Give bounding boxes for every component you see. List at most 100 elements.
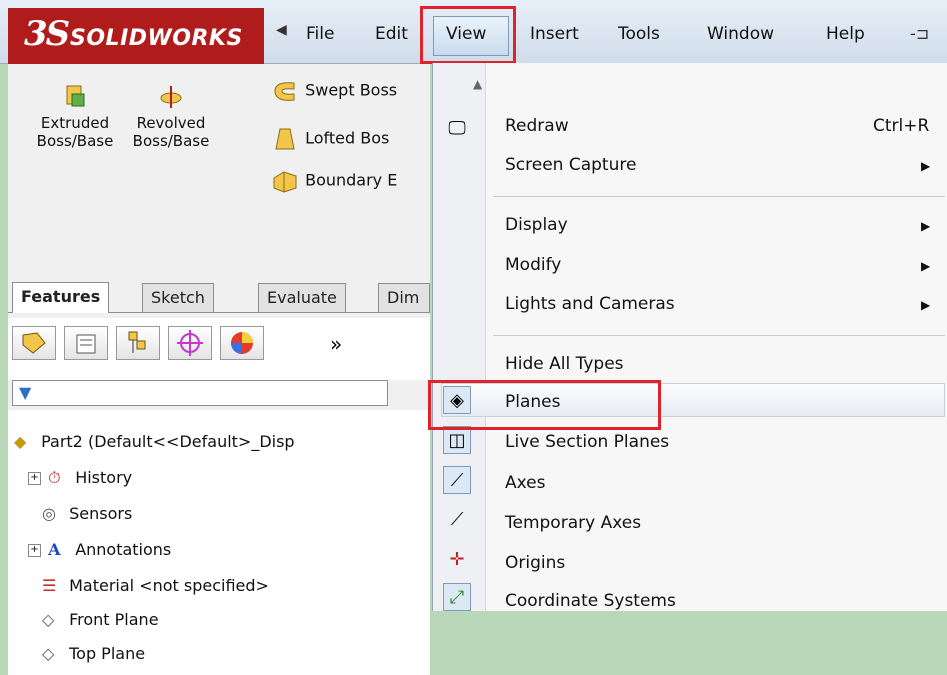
property-manager-tab[interactable] [64, 326, 108, 360]
material-icon: ☰ [42, 576, 57, 595]
tree-item-label: Top Plane [69, 644, 146, 663]
submenu-arrow-icon: ▶ [921, 159, 931, 173]
menu-separator [493, 335, 945, 336]
sensors-icon: ◎ [42, 504, 56, 523]
tab-dimxpert[interactable]: Dim [378, 283, 430, 312]
menu-item-origins[interactable]: Origins [505, 553, 565, 573]
submenu-arrow-icon: ▶ [921, 298, 931, 312]
tab-evaluate[interactable]: Evaluate [258, 283, 346, 312]
filter-icon: ▼ [19, 383, 32, 402]
tree-item-label: History [75, 468, 133, 487]
tree-item-sensors[interactable]: ◎ Sensors [42, 504, 132, 523]
menu-tools[interactable]: Tools [618, 24, 660, 44]
extruded-boss-button[interactable]: Extruded Boss/Base [30, 84, 120, 150]
part-icon: ◆ [14, 432, 27, 451]
menu-edit[interactable]: Edit [375, 24, 408, 44]
redraw-shortcut: Ctrl+R [873, 116, 930, 136]
feature-tree: ◆ Part2 (Default<<Default>_Disp + ⏱ Hist… [8, 410, 430, 675]
tab-features[interactable]: Features [12, 282, 110, 313]
lofted-boss-icon [275, 128, 295, 150]
revolved-label-1: Revolved [136, 114, 206, 132]
axes-icon: ⟋ [443, 466, 471, 494]
lofted-boss-button[interactable]: Lofted Bos [270, 126, 389, 152]
command-manager-tabs: Features Sketch Evaluate Dim [8, 278, 430, 313]
display-manager-icon [231, 332, 253, 354]
left-panel: Extruded Boss/Base Revolved Boss/Base Sw… [8, 64, 430, 675]
scroll-up-icon[interactable]: ▲ [473, 77, 482, 91]
menu-item-hide-all-types[interactable]: Hide All Types [505, 354, 624, 374]
revolved-label-2: Boss/Base [132, 132, 210, 150]
extruded-boss-icon [66, 85, 85, 107]
annotations-icon: A [48, 540, 61, 559]
menu-bar: 3S SOLIDWORKS ◀ File Edit View Insert To… [0, 0, 947, 64]
menu-collapse-icon[interactable]: ◀ [276, 22, 287, 38]
view-menu-highlight [420, 6, 516, 64]
boundary-boss-icon [273, 171, 297, 193]
configuration-manager-tab[interactable] [116, 326, 160, 360]
tree-item-label: Sensors [69, 504, 133, 523]
menu-item-redraw[interactable]: Redraw [505, 116, 569, 136]
tree-filter-input[interactable]: ▼ [12, 380, 388, 406]
menu-item-live-section-planes[interactable]: Live Section Planes [505, 432, 669, 452]
logo-wordmark: SOLIDWORKS [70, 26, 243, 51]
tree-item-top-plane[interactable]: ◇ Top Plane [42, 644, 145, 663]
menu-item-display[interactable]: Display [505, 215, 568, 235]
swept-boss-label: Swept Boss [305, 80, 398, 100]
display-manager-tab[interactable] [220, 326, 264, 360]
pin-icon[interactable]: -⊐ [910, 24, 929, 43]
tree-item-front-plane[interactable]: ◇ Front Plane [42, 610, 159, 629]
planes-annotation-highlight [428, 380, 661, 430]
coordinate-systems-icon: ⤢ [443, 583, 471, 611]
menu-item-screen-capture[interactable]: Screen Capture [505, 155, 636, 175]
swept-boss-icon [274, 82, 295, 101]
boundary-boss-button[interactable]: Boundary E [270, 168, 397, 194]
solidworks-logo[interactable]: 3S SOLIDWORKS [8, 8, 264, 64]
menu-item-lights-cameras[interactable]: Lights and Cameras [505, 294, 675, 314]
feature-tree-icon [22, 332, 46, 354]
revolved-boss-button[interactable]: Revolved Boss/Base [128, 84, 214, 150]
history-icon: ⏱ [48, 468, 61, 487]
tree-item-material[interactable]: ☰ Material <not specified> [42, 576, 269, 595]
submenu-arrow-icon: ▶ [921, 259, 931, 273]
view-dropdown-menu: ▲ 🖵 Redraw Ctrl+R Screen Capture ▶ Displ… [432, 63, 947, 611]
feature-manager-toolbar: » ▼ [8, 318, 430, 406]
configuration-manager-icon [128, 331, 146, 353]
property-manager-icon [76, 334, 96, 354]
tree-item-label: Annotations [75, 540, 172, 559]
more-tabs-icon[interactable]: » [330, 332, 342, 356]
tree-item-history[interactable]: + ⏱ History [28, 468, 132, 488]
ds-logo-icon: 3S [24, 14, 70, 54]
expand-icon[interactable]: + [28, 544, 41, 557]
menu-insert[interactable]: Insert [530, 24, 579, 44]
feature-manager-tab[interactable] [12, 326, 56, 360]
boundary-boss-label: Boundary E [305, 170, 398, 190]
menu-window[interactable]: Window [707, 24, 774, 44]
origins-icon: ✛ [449, 549, 465, 570]
redraw-icon: 🖵 [448, 118, 466, 139]
menu-file[interactable]: File [306, 24, 334, 44]
plane-icon: ◇ [42, 610, 55, 629]
tree-item-annotations[interactable]: + A Annotations [28, 540, 171, 559]
menu-item-temporary-axes[interactable]: Temporary Axes [505, 513, 641, 533]
menu-item-modify[interactable]: Modify [505, 255, 561, 275]
swept-boss-button[interactable]: Swept Boss [270, 78, 397, 104]
tree-item-label: Material <not specified> [69, 576, 269, 595]
menu-item-coordinate-systems[interactable]: Coordinate Systems [505, 591, 676, 611]
menu-item-axes[interactable]: Axes [505, 473, 545, 493]
dimxpert-manager-tab[interactable] [168, 326, 212, 360]
extruded-label-2: Boss/Base [36, 132, 114, 150]
expand-icon[interactable]: + [28, 472, 41, 485]
tree-root-label: Part2 (Default<<Default>_Disp [41, 432, 295, 451]
revolved-boss-icon [160, 86, 182, 108]
tree-item-label: Front Plane [69, 610, 159, 629]
menu-separator [493, 196, 945, 197]
temporary-axes-icon: ⟋ [450, 509, 464, 530]
submenu-arrow-icon: ▶ [921, 219, 931, 233]
menu-help[interactable]: Help [826, 24, 865, 44]
extruded-label-1: Extruded [40, 114, 110, 132]
plane-icon: ◇ [42, 644, 55, 663]
tab-sketch[interactable]: Sketch [142, 283, 214, 312]
tree-root[interactable]: ◆ Part2 (Default<<Default>_Disp [14, 432, 295, 451]
dimxpert-icon [177, 330, 203, 356]
live-section-planes-icon: ◫ [443, 426, 471, 454]
